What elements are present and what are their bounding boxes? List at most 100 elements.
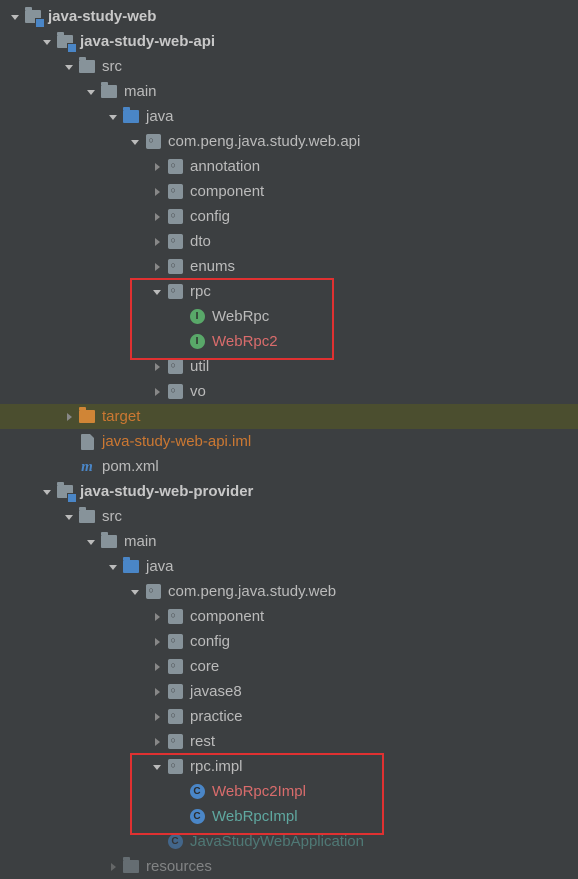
tree-row[interactable]: config bbox=[0, 204, 578, 229]
chevron-down-icon[interactable] bbox=[8, 10, 22, 24]
tree-row-module-api[interactable]: java-study-web-api bbox=[0, 29, 578, 54]
chevron-right-icon[interactable] bbox=[150, 210, 164, 224]
tree-row[interactable]: rest bbox=[0, 729, 578, 754]
chevron-down-icon[interactable] bbox=[150, 285, 164, 299]
package-icon bbox=[166, 158, 184, 176]
module-folder-icon bbox=[56, 483, 74, 501]
tree-label: java bbox=[146, 108, 174, 125]
tree-row[interactable]: practice bbox=[0, 704, 578, 729]
tree-row-target[interactable]: target bbox=[0, 404, 578, 429]
chevron-right-icon[interactable] bbox=[150, 660, 164, 674]
chevron-down-icon[interactable] bbox=[106, 560, 120, 574]
chevron-down-icon[interactable] bbox=[128, 135, 142, 149]
package-icon bbox=[166, 208, 184, 226]
project-tree[interactable]: java-study-web java-study-web-api src ma… bbox=[0, 0, 578, 879]
tree-row[interactable]: src bbox=[0, 504, 578, 529]
tree-row[interactable]: util bbox=[0, 354, 578, 379]
tree-row-webrpcimpl[interactable]: C WebRpcImpl bbox=[0, 804, 578, 829]
tree-label: practice bbox=[190, 708, 243, 725]
tree-row[interactable]: annotation bbox=[0, 154, 578, 179]
chevron-down-icon[interactable] bbox=[62, 510, 76, 524]
class-icon: C bbox=[188, 808, 206, 826]
tree-row-app[interactable]: C JavaStudyWebApplication bbox=[0, 829, 578, 854]
tree-label: WebRpc bbox=[212, 308, 269, 325]
chevron-down-icon[interactable] bbox=[150, 760, 164, 774]
tree-row-webrpc2[interactable]: I WebRpc2 bbox=[0, 329, 578, 354]
tree-row[interactable]: javase8 bbox=[0, 679, 578, 704]
tree-row[interactable]: main bbox=[0, 529, 578, 554]
chevron-right-icon[interactable] bbox=[150, 735, 164, 749]
folder-icon bbox=[122, 858, 140, 876]
tree-row[interactable]: component bbox=[0, 179, 578, 204]
tree-row[interactable]: dto bbox=[0, 229, 578, 254]
tree-row[interactable]: main bbox=[0, 79, 578, 104]
tree-row-webrpc2impl[interactable]: C WebRpc2Impl bbox=[0, 779, 578, 804]
chevron-down-icon[interactable] bbox=[106, 110, 120, 124]
tree-row-module-provider[interactable]: java-study-web-provider bbox=[0, 479, 578, 504]
chevron-right-icon[interactable] bbox=[150, 185, 164, 199]
tree-label: java bbox=[146, 558, 174, 575]
tree-label: src bbox=[102, 58, 122, 75]
tree-label: java-study-web-api bbox=[80, 33, 215, 50]
chevron-right-icon[interactable] bbox=[150, 260, 164, 274]
tree-row[interactable]: src bbox=[0, 54, 578, 79]
tree-label: target bbox=[102, 408, 140, 425]
source-folder-icon bbox=[122, 108, 140, 126]
file-icon bbox=[78, 433, 96, 451]
tree-row[interactable]: enums bbox=[0, 254, 578, 279]
chevron-down-icon[interactable] bbox=[40, 35, 54, 49]
tree-row[interactable]: java bbox=[0, 554, 578, 579]
package-icon bbox=[166, 658, 184, 676]
tree-label: config bbox=[190, 633, 230, 650]
tree-label: java-study-web bbox=[48, 8, 156, 25]
tree-label: WebRpc2 bbox=[212, 333, 278, 350]
tree-label: resources bbox=[146, 858, 212, 875]
module-folder-icon bbox=[56, 33, 74, 51]
chevron-down-icon[interactable] bbox=[84, 85, 98, 99]
chevron-right-icon[interactable] bbox=[150, 360, 164, 374]
tree-label: config bbox=[190, 208, 230, 225]
tree-row[interactable]: com.peng.java.study.web.api bbox=[0, 129, 578, 154]
chevron-right-icon[interactable] bbox=[150, 710, 164, 724]
tree-label: component bbox=[190, 608, 264, 625]
package-icon bbox=[166, 683, 184, 701]
class-icon: C bbox=[188, 783, 206, 801]
tree-row[interactable]: component bbox=[0, 604, 578, 629]
chevron-right-icon[interactable] bbox=[150, 235, 164, 249]
tree-label: JavaStudyWebApplication bbox=[190, 833, 364, 850]
tree-row[interactable]: com.peng.java.study.web bbox=[0, 579, 578, 604]
tree-label: rpc.impl bbox=[190, 758, 243, 775]
chevron-right-icon[interactable] bbox=[150, 685, 164, 699]
tree-row[interactable]: vo bbox=[0, 379, 578, 404]
tree-row[interactable]: java bbox=[0, 104, 578, 129]
tree-row-rpcimpl[interactable]: rpc.impl bbox=[0, 754, 578, 779]
chevron-down-icon[interactable] bbox=[40, 485, 54, 499]
tree-row-iml[interactable]: java-study-web-api.iml bbox=[0, 429, 578, 454]
maven-icon: m bbox=[78, 458, 96, 476]
interface-icon: I bbox=[188, 333, 206, 351]
package-icon bbox=[166, 283, 184, 301]
chevron-right-icon[interactable] bbox=[150, 160, 164, 174]
tree-label: core bbox=[190, 658, 219, 675]
tree-label: main bbox=[124, 533, 157, 550]
tree-row-webrpc[interactable]: I WebRpc bbox=[0, 304, 578, 329]
tree-row-root[interactable]: java-study-web bbox=[0, 4, 578, 29]
tree-row[interactable]: config bbox=[0, 629, 578, 654]
tree-label: component bbox=[190, 183, 264, 200]
chevron-right-icon[interactable] bbox=[150, 635, 164, 649]
tree-row-rpc[interactable]: rpc bbox=[0, 279, 578, 304]
chevron-right-icon[interactable] bbox=[150, 385, 164, 399]
source-folder-icon bbox=[122, 558, 140, 576]
tree-label: java-study-web-api.iml bbox=[102, 433, 251, 450]
chevron-right-icon[interactable] bbox=[62, 410, 76, 424]
tree-label: javase8 bbox=[190, 683, 242, 700]
chevron-down-icon[interactable] bbox=[62, 60, 76, 74]
tree-row[interactable]: resources bbox=[0, 854, 578, 879]
tree-row-pom[interactable]: m pom.xml bbox=[0, 454, 578, 479]
tree-row[interactable]: core bbox=[0, 654, 578, 679]
chevron-right-icon[interactable] bbox=[150, 610, 164, 624]
chevron-down-icon[interactable] bbox=[128, 585, 142, 599]
package-icon bbox=[166, 383, 184, 401]
folder-icon bbox=[100, 533, 118, 551]
chevron-down-icon[interactable] bbox=[84, 535, 98, 549]
